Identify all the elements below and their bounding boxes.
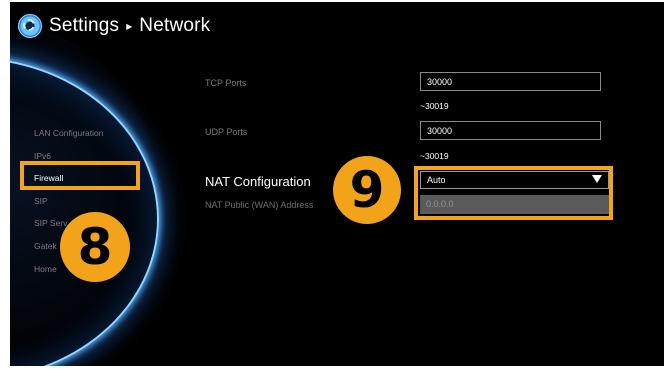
- sidebar-item-sip-servers[interactable]: SIP Serv: [34, 218, 67, 228]
- tcp-ports-input[interactable]: 30000: [420, 72, 601, 91]
- settings-screen: Settings ▸ Network LAN Configuration IPv…: [10, 2, 664, 366]
- breadcrumb-separator-icon: ▸: [126, 19, 133, 33]
- nat-configuration-select[interactable]: Auto: [420, 171, 609, 189]
- breadcrumb: Settings ▸ Network: [18, 14, 210, 38]
- sidebar-item-gatekeeper[interactable]: Gatek: [34, 241, 57, 251]
- callout-badge-9: 9: [333, 156, 401, 224]
- dropdown-arrow-icon[interactable]: [592, 175, 602, 183]
- blue-glow-arc: [10, 57, 159, 366]
- sidebar-item-ipv6[interactable]: IPv6: [34, 151, 51, 161]
- callout-badge-8: 8: [60, 212, 130, 282]
- breadcrumb-section: Settings: [49, 15, 120, 36]
- settings-gear-icon: [18, 14, 42, 38]
- nat-configuration-label: NAT Configuration: [205, 174, 311, 189]
- sidebar-item-home[interactable]: Home: [34, 264, 57, 274]
- nat-configuration-value: Auto: [427, 175, 446, 185]
- nat-public-address-label: NAT Public (WAN) Address: [205, 200, 314, 210]
- sidebar-item-sip[interactable]: SIP: [34, 196, 48, 206]
- tcp-ports-range: ~30019: [420, 101, 449, 111]
- sidebar-item-firewall[interactable]: Firewall: [34, 173, 63, 183]
- udp-ports-range: ~30019: [420, 151, 449, 161]
- udp-ports-label: UDP Ports: [205, 127, 248, 137]
- udp-ports-input[interactable]: 30000: [420, 121, 601, 140]
- sidebar-item-lan-configuration[interactable]: LAN Configuration: [34, 128, 103, 138]
- breadcrumb-page: Network: [139, 15, 211, 36]
- nat-public-address-input: 0.0.0.0: [420, 195, 609, 214]
- tcp-ports-label: TCP Ports: [205, 78, 247, 88]
